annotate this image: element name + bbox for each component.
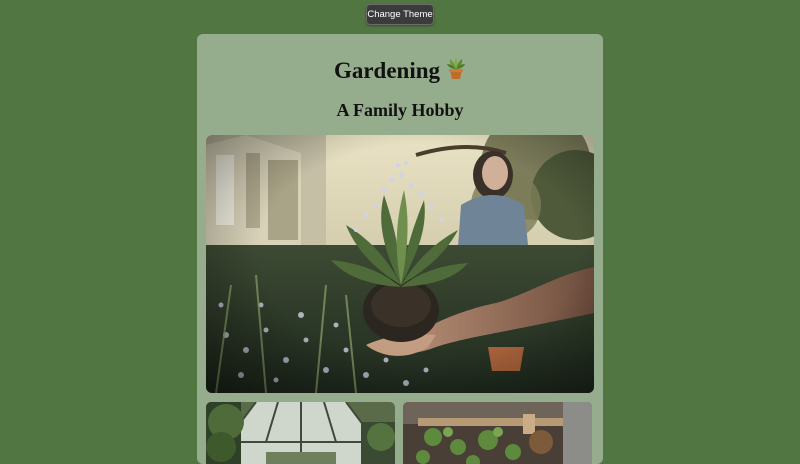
raised-garden-bed-photo	[403, 402, 592, 464]
greenhouse-image	[206, 402, 395, 464]
woman-holding-plant-photo	[206, 135, 594, 393]
potted-plant-icon	[446, 58, 466, 80]
hero-image	[206, 135, 594, 393]
page-title: Gardening	[197, 56, 603, 86]
raised-bed-image	[403, 402, 592, 464]
gardening-card: Gardening A Family Hobby	[197, 34, 603, 464]
page-subtitle: A Family Hobby	[336, 100, 464, 120]
page-title-text: Gardening	[333, 58, 441, 83]
greenhouse-photo	[206, 402, 395, 464]
change-theme-button[interactable]: Change Theme	[366, 4, 434, 25]
